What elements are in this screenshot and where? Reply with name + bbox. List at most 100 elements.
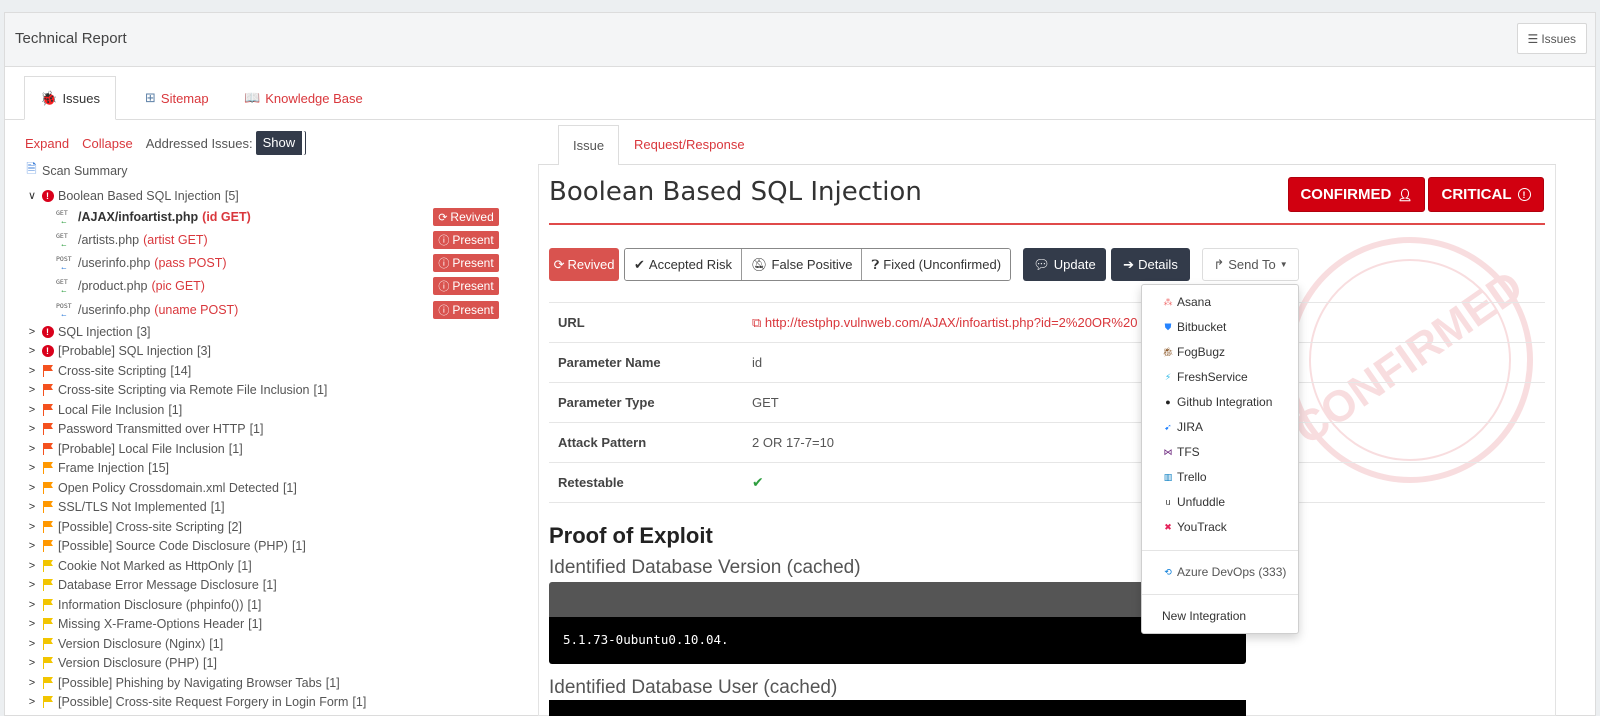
chevron-right-icon[interactable]: >	[24, 638, 40, 650]
tree-group[interactable]: > [Possible] Cross-site Scripting [2]	[24, 517, 242, 536]
tree-group[interactable]: > Local File Inclusion [1]	[24, 400, 182, 419]
tree-group[interactable]: >! SQL Injection [3]	[24, 322, 151, 341]
confirmed-badge[interactable]: CONFIRMED 👤︎	[1288, 177, 1425, 212]
tab-knowledge-base[interactable]: 📖 Knowledge Base	[244, 76, 363, 120]
chevron-right-icon[interactable]: >	[24, 384, 40, 396]
tree-group[interactable]: > SSL/TLS Not Implemented [1]	[24, 497, 225, 516]
expand-link[interactable]: Expand	[25, 136, 69, 151]
send-to-item[interactable]: ● Github Integration	[1162, 393, 1272, 411]
github-icon: ●	[1165, 397, 1171, 407]
status-badge[interactable]: ⟳ Revived	[433, 208, 499, 226]
tab-request-response[interactable]: Request/Response	[634, 137, 745, 152]
send-to-item-label: Trello	[1177, 470, 1207, 484]
tree-group[interactable]: > Version Disclosure (Nginx) [1]	[24, 634, 223, 653]
update-button[interactable]: 💬︎ Update	[1023, 248, 1106, 281]
tab-issues[interactable]: 🐞 Issues	[24, 76, 117, 120]
chevron-right-icon[interactable]: >	[24, 560, 40, 572]
chevron-right-icon[interactable]: >	[24, 657, 40, 669]
accepted-risk-button[interactable]: ✔ Accepted Risk	[625, 249, 742, 280]
tree-group[interactable]: > Information Disclosure (phpinfo()) [1]	[24, 595, 262, 614]
tree-group[interactable]: > Database Error Message Disclosure [1]	[24, 575, 277, 594]
show-addressed-toggle[interactable]: Show	[255, 131, 306, 155]
details-button[interactable]: ➔ Details	[1111, 248, 1190, 281]
tree-group[interactable]: ∨! Boolean Based SQL Injection [5]	[24, 186, 239, 205]
issues-button[interactable]: ☰ Issues	[1516, 23, 1587, 54]
status-badge[interactable]: ⓘ Present	[433, 277, 499, 295]
send-to-item[interactable]: ⚡︎ FreshService	[1162, 368, 1248, 386]
tree-group-count: [1]	[249, 421, 264, 436]
send-to-item[interactable]: u Unfuddle	[1162, 493, 1225, 511]
fixed-unconfirmed-button[interactable]: ❓︎ Fixed (Unconfirmed)	[862, 249, 1011, 280]
tree-issue-row[interactable]: GET ⟵ /artists.php (artist GET)	[56, 230, 208, 249]
chevron-right-icon[interactable]: >	[24, 462, 40, 474]
check-circle-icon: ✔	[634, 256, 645, 272]
status-button-group: ✔ Accepted Risk 🔕︎ False Positive ❓︎ Fixed …	[624, 248, 1012, 281]
tree-group-label: Information Disclosure (phpinfo())	[58, 597, 244, 612]
tree-group[interactable]: > Frame Injection [15]	[24, 458, 169, 477]
tree-group-label: Missing X-Frame-Options Header	[58, 616, 245, 631]
send-to-azure-devops[interactable]: ⟲ Azure DevOps (333)	[1162, 563, 1286, 581]
trello-icon: ▥	[1163, 471, 1173, 482]
chevron-right-icon[interactable]: >	[24, 423, 40, 435]
chevron-right-icon[interactable]: >	[24, 618, 40, 630]
chevron-right-icon[interactable]: >	[24, 443, 40, 455]
revived-button[interactable]: ⟳ Revived	[549, 248, 619, 281]
chevron-right-icon[interactable]: >	[24, 579, 40, 591]
chevron-down-icon[interactable]: ∨	[24, 189, 40, 202]
confirmed-label: CONFIRMED	[1300, 186, 1392, 203]
send-to-item[interactable]: ✖ YouTrack	[1162, 518, 1227, 536]
chevron-right-icon[interactable]: >	[24, 677, 40, 689]
alert-circle-icon: ⓘ	[438, 305, 450, 317]
chevron-right-icon[interactable]: >	[24, 482, 40, 494]
tree-issue-row[interactable]: POST ⟵ /userinfo.php (uname POST)	[56, 300, 238, 319]
chevron-right-icon[interactable]: >	[24, 501, 40, 513]
send-to-button[interactable]: ↱ Send To ▼	[1202, 248, 1299, 281]
tree-group[interactable]: > Cross-site Scripting [14]	[24, 361, 191, 380]
status-badge[interactable]: ⓘ Present	[433, 231, 499, 249]
tree-group-label: [Possible] Phishing by Navigating Browse…	[58, 675, 322, 690]
chevron-right-icon[interactable]: >	[24, 326, 40, 338]
new-integration-item[interactable]: New Integration	[1162, 607, 1246, 625]
collapse-link[interactable]: Collapse	[82, 136, 133, 151]
status-badge[interactable]: ⓘ Present	[433, 301, 499, 319]
tree-group[interactable]: > Cross-site Scripting via Remote File In…	[24, 380, 328, 399]
chevron-right-icon[interactable]: >	[24, 345, 40, 357]
db-user-heading: Identified Database User (cached)	[549, 677, 838, 698]
tree-group-count: [1]	[313, 382, 328, 397]
send-to-item-label: YouTrack	[1177, 520, 1227, 534]
severity-badge[interactable]: CRITICAL !	[1428, 177, 1544, 212]
url-link[interactable]: http://testphp.vulnweb.com/AJAX/infoarti…	[765, 315, 1138, 330]
tab-sitemap[interactable]: ⊞ Sitemap	[145, 76, 209, 120]
chevron-right-icon[interactable]: >	[24, 696, 40, 708]
chevron-right-icon[interactable]: >	[24, 599, 40, 611]
tree-group[interactable]: > Password Transmitted over HTTP [1]	[24, 419, 264, 438]
status-badge[interactable]: ⓘ Present	[433, 254, 499, 272]
chevron-right-icon[interactable]: >	[24, 540, 40, 552]
scan-summary[interactable]: 🗎 Scan Summary	[24, 161, 127, 180]
false-positive-button[interactable]: 🔕︎ False Positive	[742, 249, 863, 280]
send-to-item[interactable]: ⁂ Asana	[1162, 293, 1212, 311]
tree-group[interactable]: > Missing X-Frame-Options Header [1]	[24, 614, 262, 633]
send-to-item[interactable]: ⋈ TFS	[1162, 443, 1200, 461]
chevron-right-icon[interactable]: >	[24, 521, 40, 533]
chevron-right-icon[interactable]: >	[24, 404, 40, 416]
tree-group[interactable]: > Open Policy Crossdomain.xml Detected [1]	[24, 478, 297, 497]
send-to-item[interactable]: ➹ JIRA	[1162, 418, 1203, 436]
tree-group[interactable]: > Version Disclosure (PHP) [1]	[24, 653, 217, 672]
severity-label: CRITICAL	[1441, 186, 1512, 203]
tree-group[interactable]: > Cookie Not Marked as HttpOnly [1]	[24, 556, 252, 575]
send-to-item[interactable]: 🐞︎ FogBugz	[1162, 343, 1225, 361]
send-to-item[interactable]: ▥ Trello	[1162, 468, 1207, 486]
tree-group[interactable]: > [Probable] Local File Inclusion [1]	[24, 439, 243, 458]
details-label: Details	[1138, 257, 1178, 272]
tree-issue-row[interactable]: POST ⟵ /userinfo.php (pass POST)	[56, 253, 227, 272]
tree-issue-row[interactable]: GET ⟵ /product.php (pic GET)	[56, 276, 205, 295]
tree-group[interactable]: > [Possible] Phishing by Navigating Brows…	[24, 673, 340, 692]
tree-group[interactable]: > [Possible] Source Code Disclosure (PHP)…	[24, 536, 306, 555]
tree-group[interactable]: > [Possible] Cross-site Request Forgery i…	[24, 692, 367, 711]
send-to-item[interactable]: ⛊ Bitbucket	[1162, 318, 1227, 336]
tree-group[interactable]: >! [Probable] SQL Injection [3]	[24, 341, 211, 360]
tab-issue[interactable]: Issue	[558, 125, 620, 166]
tree-issue-row[interactable]: GET ⟵ /AJAX/infoartist.php (id GET)	[56, 207, 251, 226]
chevron-right-icon[interactable]: >	[24, 365, 40, 377]
